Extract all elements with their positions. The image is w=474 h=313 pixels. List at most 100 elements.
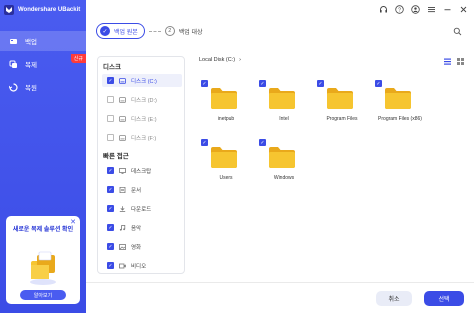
quick-label: 비디오 (131, 263, 147, 270)
folder-item[interactable]: ✓ Users (198, 137, 254, 193)
current-path[interactable]: Local Disk (C:) (199, 57, 235, 63)
app-logo-icon (4, 5, 14, 15)
list-view-icon[interactable] (443, 57, 452, 66)
folder-label: Program Files (326, 116, 358, 122)
checkbox[interactable]: ✓ (201, 80, 208, 87)
step-backup-source[interactable]: ✓ 백업 원본 (96, 23, 145, 39)
step-divider (148, 30, 161, 32)
close-window-icon[interactable] (459, 5, 468, 14)
sidebar-item-label: 백업 (25, 39, 37, 46)
folder-icon (269, 147, 295, 168)
disk-label: 디스크 (C:) (131, 78, 157, 85)
disk-section-header: 디스크 (103, 64, 121, 71)
quick-item-pictures[interactable]: ✓ 영화 (102, 240, 182, 253)
source-tree-panel: 디스크 ✓ 디스크 (C:) 디스크 (D:) 디스크 (E:) 디스크 (F:… (97, 56, 185, 274)
folder-item[interactable]: ✓ inetpub (198, 78, 254, 134)
folder-item[interactable]: ✓ Windows (256, 137, 312, 193)
sidebar-item-label: 복제 (25, 62, 37, 69)
folder-item[interactable]: ✓ Program Files (314, 78, 370, 134)
learn-more-button[interactable]: 알아보기 (20, 290, 66, 300)
help-icon[interactable]: ? (395, 4, 404, 14)
checkbox[interactable]: ✓ (259, 139, 266, 146)
music-icon (119, 224, 126, 231)
folder-label: inetpub (217, 116, 235, 122)
grid-view-icon[interactable] (456, 57, 465, 66)
folder-icon (385, 88, 411, 109)
footer-divider (86, 282, 474, 283)
brand: Wondershare UBackit (4, 4, 80, 16)
checkbox[interactable]: ✓ (201, 139, 208, 146)
search-icon[interactable] (453, 27, 462, 36)
video-icon (119, 263, 126, 269)
quick-label: 데스크탑 (131, 168, 152, 175)
sidebar-item-restore[interactable]: 복원 (0, 77, 86, 97)
quick-label: 음악 (131, 225, 142, 232)
sidebar-item-clone[interactable]: 복제 신규 (0, 54, 86, 74)
account-icon[interactable] (411, 4, 420, 14)
checkbox[interactable]: ✓ (107, 186, 114, 193)
step-backup-target[interactable]: 2 백업 대상 (164, 26, 203, 36)
sidebar-item-label: 복원 (25, 85, 37, 92)
quick-item-videos[interactable]: ✓ 비디오 (102, 259, 182, 272)
menu-icon[interactable] (427, 5, 436, 14)
checkbox[interactable]: ✓ (259, 80, 266, 87)
backup-icon (9, 37, 18, 46)
drive-icon (119, 115, 126, 122)
promo-card: ✕ 새로운 복제 솔루션 확인 알아보기 (6, 216, 80, 304)
cancel-button[interactable]: 취소 (376, 291, 412, 306)
folder-label: Program Files (x86) (378, 116, 422, 122)
breadcrumb: Local Disk (C:) › (199, 57, 241, 63)
desktop-icon (119, 167, 126, 174)
step-label: 백업 원본 (114, 29, 138, 36)
drive-icon (119, 96, 126, 103)
folder-item[interactable]: ✓ Intel (256, 78, 312, 134)
sidebar-item-backup[interactable]: 백업 (0, 31, 86, 51)
quick-label: 다운로드 (131, 206, 152, 213)
restore-icon (9, 82, 18, 92)
checkbox[interactable]: ✓ (375, 80, 382, 87)
checkbox[interactable]: ✓ (107, 167, 114, 174)
drive-icon (119, 77, 126, 84)
quick-label: 문서 (131, 187, 142, 194)
checkbox[interactable]: ✓ (107, 262, 114, 269)
download-icon (119, 205, 126, 212)
checkbox[interactable]: ✓ (107, 205, 114, 212)
disk-label: 디스크 (E:) (131, 116, 157, 123)
disk-item-c[interactable]: ✓ 디스크 (C:) (102, 74, 182, 87)
picture-icon (119, 243, 126, 250)
promo-text: 새로운 복제 솔루션 확인 (12, 227, 74, 233)
checkbox[interactable]: ✓ (107, 243, 114, 250)
folder-icon (211, 88, 237, 109)
quick-item-downloads[interactable]: ✓ 다운로드 (102, 202, 182, 215)
step-label: 백업 대상 (178, 29, 203, 36)
disk-item-f[interactable]: 디스크 (F:) (102, 131, 182, 144)
checkbox[interactable] (107, 96, 114, 103)
quick-item-desktop[interactable]: ✓ 데스크탑 (102, 164, 182, 177)
headset-icon[interactable] (379, 5, 388, 14)
step-indicator: ✓ 백업 원본 2 백업 대상 (96, 22, 203, 40)
folder-label: Windows (273, 175, 295, 181)
title-bar-icons: ? (379, 3, 468, 15)
quick-item-music[interactable]: ✓ 음악 (102, 221, 182, 234)
disk-label: 디스크 (D:) (131, 97, 157, 104)
disk-item-d[interactable]: 디스크 (D:) (102, 93, 182, 106)
check-icon: ✓ (100, 26, 110, 36)
app-title: Wondershare UBackit (18, 7, 81, 13)
folder-icon (211, 147, 237, 168)
checkbox[interactable]: ✓ (317, 80, 324, 87)
clone-icon (9, 60, 18, 69)
quick-item-documents[interactable]: ✓ 문서 (102, 183, 182, 196)
minimize-icon[interactable] (443, 5, 452, 14)
select-button[interactable]: 선택 (424, 291, 464, 306)
folder-label: Users (219, 175, 233, 181)
quick-access-header: 빠른 접근 (103, 153, 129, 160)
disk-item-e[interactable]: 디스크 (E:) (102, 112, 182, 125)
folder-label: Intel (279, 116, 289, 122)
checkbox[interactable] (107, 115, 114, 122)
sidebar: Wondershare UBackit 백업 복제 신규 복원 ✕ 새로운 복제… (0, 0, 86, 313)
checkbox[interactable]: ✓ (107, 77, 114, 84)
checkbox[interactable] (107, 134, 114, 141)
folder-item[interactable]: ✓ Program Files (x86) (372, 78, 428, 134)
step-number: 2 (164, 26, 175, 36)
checkbox[interactable]: ✓ (107, 224, 114, 231)
